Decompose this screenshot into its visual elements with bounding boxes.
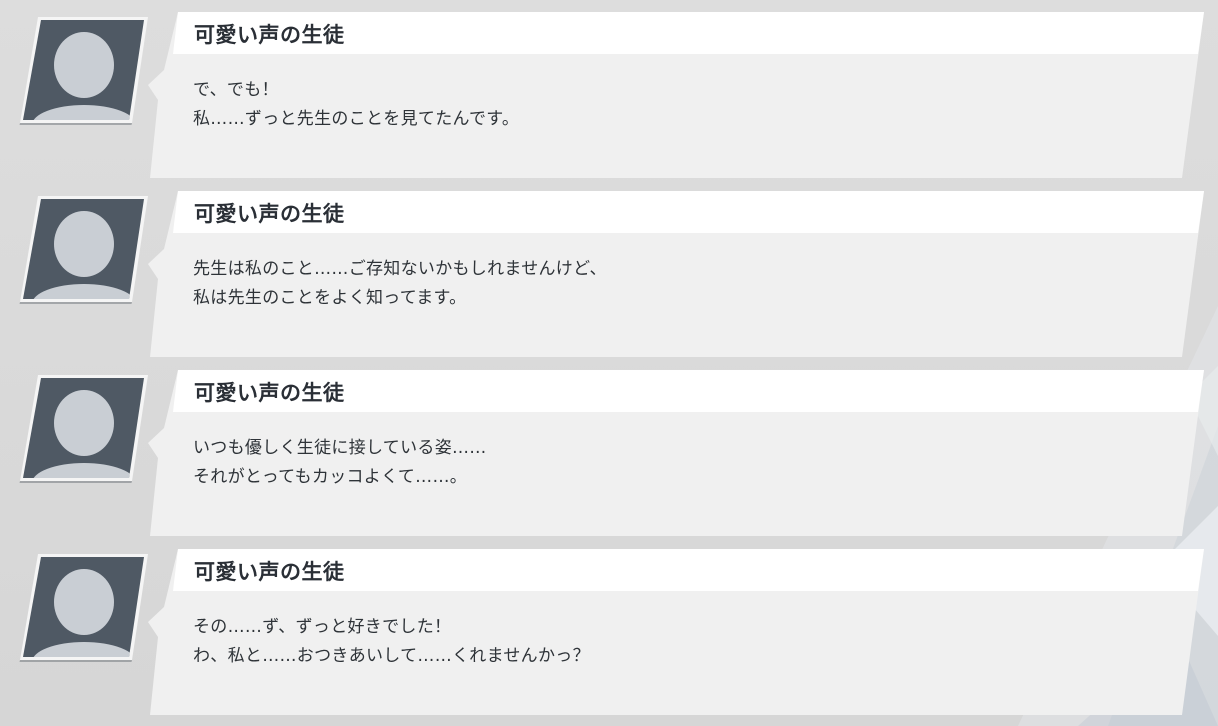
log-entry: 可愛い声の生徒 で、でも！ 私……ずっと先生のことを見てたんです。: [0, 10, 1218, 180]
log-entry: 可愛い声の生徒 いつも優しく生徒に接している姿…… それがとってもカッコよくて……: [0, 368, 1218, 538]
person-silhouette-icon: [19, 17, 148, 125]
dialogue-line: 私は先生のことをよく知ってます。: [193, 288, 467, 308]
dialogue-line: それがとってもカッコよくて……。: [193, 467, 468, 487]
dialogue-log[interactable]: 可愛い声の生徒 で、でも！ 私……ずっと先生のことを見てたんです。 可愛い声の生…: [0, 0, 1218, 726]
dialogue-line: わ、私と……おつきあいして……くれませんかっ？: [193, 646, 590, 666]
log-entry: 可愛い声の生徒 先生は私のこと……ご存知ないかもしれませんけど、 私は先生のこと…: [0, 189, 1218, 359]
person-silhouette-icon: [19, 375, 148, 483]
dialogue-bubble: 可愛い声の生徒 先生は私のこと……ご存知ないかもしれませんけど、 私は先生のこと…: [148, 189, 1206, 357]
dialogue-bubble: 可愛い声の生徒 いつも優しく生徒に接している姿…… それがとってもカッコよくて……: [148, 368, 1206, 536]
dialogue-line: その……ず、ずっと好きでした！: [193, 617, 452, 637]
person-silhouette-icon: [19, 196, 148, 304]
dialogue-line: で、でも！: [193, 80, 279, 100]
dialogue-line: 先生は私のこと……ご存知ないかもしれませんけど、: [193, 259, 607, 279]
speaker-name: 可愛い声の生徒: [194, 381, 345, 405]
dialogue-bubble: 可愛い声の生徒 で、でも！ 私……ずっと先生のことを見てたんです。: [148, 10, 1206, 178]
speaker-avatar: [18, 192, 150, 304]
speaker-name: 可愛い声の生徒: [194, 560, 345, 584]
speaker-avatar: [18, 371, 150, 483]
dialogue-line: 私……ずっと先生のことを見てたんです。: [193, 109, 520, 129]
dialogue-bubble: 可愛い声の生徒 その……ず、ずっと好きでした！ わ、私と……おつきあいして……く…: [148, 547, 1206, 715]
person-silhouette-icon: [19, 554, 148, 662]
speaker-name: 可愛い声の生徒: [194, 202, 345, 226]
speaker-avatar: [18, 550, 150, 662]
speaker-name: 可愛い声の生徒: [194, 23, 345, 47]
speaker-avatar: [18, 13, 150, 125]
dialogue-line: いつも優しく生徒に接している姿……: [193, 438, 487, 458]
log-entry: 可愛い声の生徒 その……ず、ずっと好きでした！ わ、私と……おつきあいして……く…: [0, 547, 1218, 717]
